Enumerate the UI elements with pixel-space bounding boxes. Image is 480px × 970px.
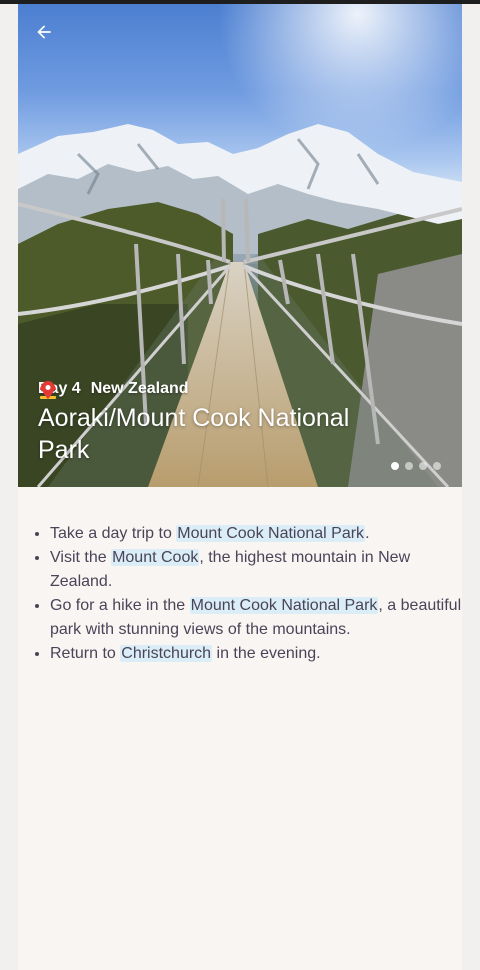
map-pin-icon: [41, 381, 55, 399]
hero-image: Day 4 New Zealand Aoraki/Mount Cook Nati…: [18, 4, 462, 487]
itinerary-item: Return to Christchurch in the evening.: [50, 642, 462, 666]
itinerary-item: Take a day trip to Mount Cook National P…: [50, 522, 462, 546]
location-label: New Zealand: [90, 380, 189, 397]
carousel-dot-1[interactable]: [391, 462, 399, 470]
day-detail-card: Day 4 New Zealand Aoraki/Mount Cook Nati…: [18, 4, 462, 970]
carousel-dot-4[interactable]: [433, 462, 441, 470]
itinerary-item: Go for a hike in the Mount Cook National…: [50, 594, 462, 642]
itinerary-list: Take a day trip to Mount Cook National P…: [32, 522, 462, 666]
arrow-back-icon: [37, 25, 51, 39]
place-link-mount-cook-national-park[interactable]: Mount Cook National Park: [176, 525, 366, 542]
itinerary-item: Visit the Mount Cook, the highest mounta…: [50, 546, 462, 594]
day-location-meta: Day 4 New Zealand: [38, 380, 189, 399]
place-link-christchurch[interactable]: Christchurch: [120, 645, 213, 662]
carousel-dot-3[interactable]: [419, 462, 427, 470]
place-link-mount-cook[interactable]: Mount Cook: [111, 549, 200, 566]
carousel-dot-2[interactable]: [405, 462, 413, 470]
carousel-indicator: [391, 462, 441, 470]
place-link-mount-cook-national-park[interactable]: Mount Cook National Park: [189, 597, 379, 614]
place-title: Aoraki/Mount Cook National Park: [38, 404, 350, 464]
back-button[interactable]: [34, 22, 66, 50]
